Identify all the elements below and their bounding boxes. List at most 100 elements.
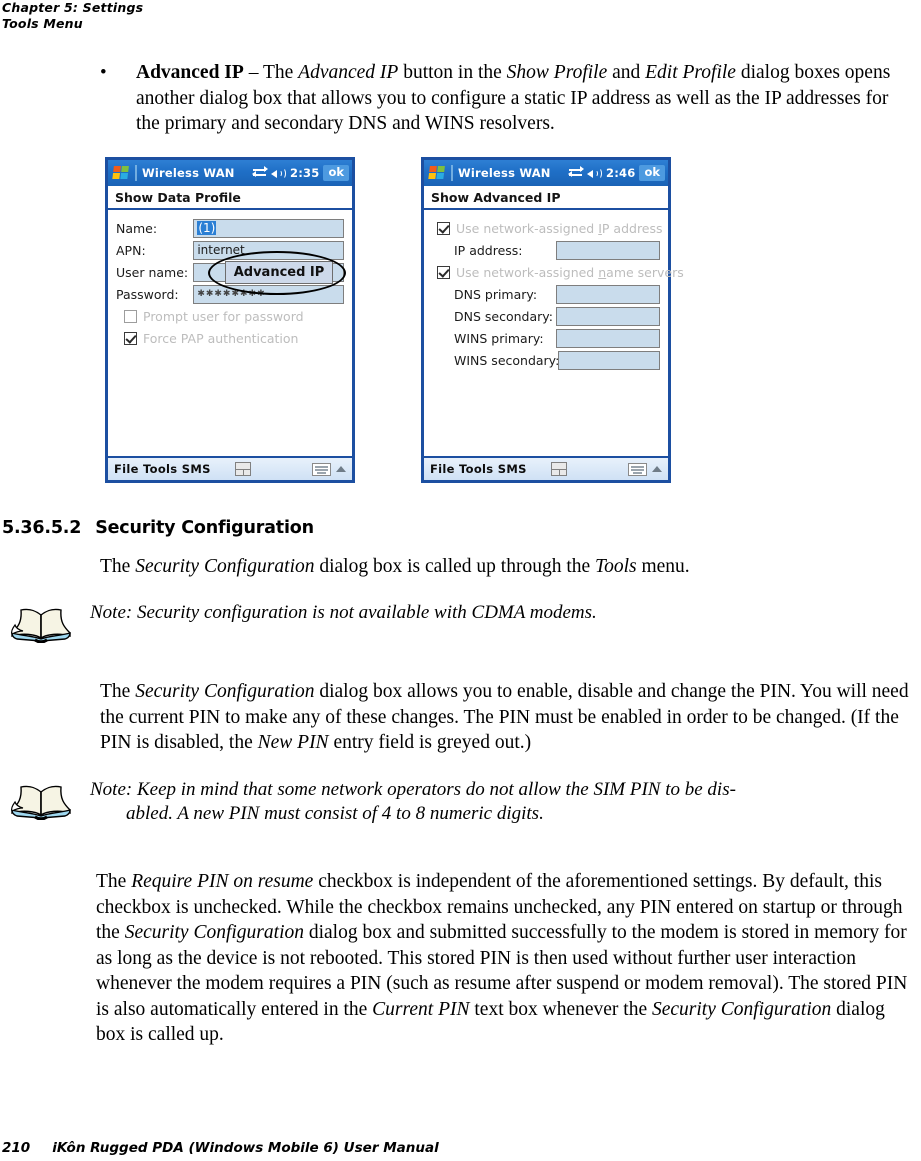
footer-menu-label[interactable]: File Tools SMS — [114, 462, 211, 476]
clock-label[interactable]: 2:35 — [290, 166, 319, 180]
dialog-title: Show Advanced IP — [424, 186, 668, 210]
dialog-body: Use network-assigned IP address IP addre… — [424, 210, 684, 458]
checkbox-box-checked-icon — [124, 331, 137, 345]
bullet-list: • Advanced IP – The Advanced IP button i… — [100, 60, 912, 137]
body2-text-d: text box whenever the — [469, 998, 652, 1020]
field-row-wins-primary: WINS primary: — [432, 328, 660, 348]
paragraph-intro: The Security Configuration dialog box is… — [100, 554, 912, 580]
callout-ellipse — [208, 251, 346, 295]
checkbox-box-checked-icon — [437, 221, 450, 235]
ip-address-input[interactable] — [555, 240, 660, 260]
intro-text-b: dialog box is called up through the — [314, 556, 596, 577]
open-book-icon — [8, 601, 80, 648]
label-dns-secondary: DNS secondary: — [454, 308, 553, 324]
body2-ref-security-configuration-2: Security Configuration — [651, 998, 832, 1020]
paragraph-body-1: The Security Configuration dialog box al… — [100, 679, 912, 756]
checkbox-ip-label-part-a: Use network-assigned — [456, 220, 599, 236]
field-row-name: Name: (1) — [116, 218, 344, 238]
windows-flag-icon[interactable] — [428, 165, 447, 181]
pda-app-title: Wireless WAN — [142, 166, 235, 180]
open-book-icon — [8, 778, 80, 825]
bullet-mid-1: button in the — [398, 62, 507, 83]
running-head-section: Tools Menu — [2, 16, 83, 31]
note-block: Note: Security configuration is not avai… — [8, 601, 908, 648]
connectivity-icon[interactable] — [568, 166, 585, 179]
speaker-icon[interactable] — [271, 167, 287, 180]
intro-ref-tools: Tools — [595, 556, 637, 577]
checkbox-use-network-dns-label: Use network-assigned name servers — [456, 265, 684, 280]
grid-icon[interactable] — [550, 462, 567, 476]
section-title: Security Configuration — [95, 518, 314, 538]
section-heading: 5.36.5.2 Security Configuration — [2, 518, 314, 538]
body2-ref-require-pin-on-resume: Require PIN on resume — [131, 871, 314, 892]
label-ip-address: IP address: — [454, 242, 523, 258]
pda-soft-key-bar: File Tools SMS — [108, 456, 352, 480]
note-block: Note: Keep in mind that some network ope… — [8, 778, 908, 826]
checkbox-force-pap-authentication[interactable]: Force PAP authentication — [116, 328, 344, 348]
pda-soft-key-bar: File Tools SMS — [424, 456, 668, 480]
bullet-dash: – The — [243, 62, 299, 83]
pda-title-bar: Wireless WAN 2:35 ok — [108, 160, 352, 186]
dialog-title: Show Data Profile — [108, 186, 352, 210]
bullet-term: Advanced IP — [136, 62, 244, 83]
checkbox-prompt-label: Prompt user for password — [143, 308, 304, 324]
label-password: Password: — [116, 286, 179, 302]
ok-button[interactable]: ok — [323, 164, 349, 182]
caret-up-icon[interactable] — [336, 466, 346, 472]
checkbox-force-pap-label: Force PAP authentication — [143, 330, 299, 346]
label-dns-primary: DNS primary: — [454, 286, 538, 302]
label-wins-primary: WINS primary: — [454, 330, 544, 346]
checkbox-use-network-ip-label: Use network-assigned IP address — [456, 221, 663, 236]
body1-text-c: entry field is greyed out.) — [328, 732, 532, 753]
checkbox-prompt-user-for-password[interactable]: Prompt user for password — [116, 306, 344, 326]
checkbox-use-network-assigned-ip[interactable]: Use network-assigned IP address — [432, 218, 663, 238]
list-item: • Advanced IP – The Advanced IP button i… — [100, 60, 912, 137]
name-input-value: (1) — [197, 221, 217, 235]
label-name: Name: — [116, 220, 158, 236]
footer-menu-label[interactable]: File Tools SMS — [430, 462, 527, 476]
field-row-ip-address: IP address: — [432, 240, 660, 260]
dns-primary-input[interactable] — [555, 284, 660, 304]
wins-primary-input[interactable] — [555, 328, 660, 348]
checkbox-dns-label-part-b: ame servers — [606, 264, 684, 280]
keyboard-icon[interactable] — [312, 462, 331, 476]
body1-ref-security-configuration: Security Configuration — [135, 681, 315, 702]
label-username: User name: — [116, 264, 189, 280]
field-row-wins-secondary: WINS secondary: — [432, 350, 660, 370]
pda-title-bar: Wireless WAN 2:46 ok — [424, 160, 668, 186]
manual-title: iKôn Rugged PDA (Windows Mobile 6) User … — [52, 1140, 439, 1156]
name-input[interactable]: (1) — [193, 218, 344, 238]
label-wins-secondary: WINS secondary: — [454, 352, 560, 368]
title-divider — [451, 165, 453, 181]
checkbox-use-network-assigned-name-servers[interactable]: Use network-assigned name servers — [432, 262, 684, 282]
body2-ref-current-pin: Current PIN — [372, 998, 470, 1020]
grid-icon[interactable] — [234, 462, 251, 476]
bullet-item-text: Advanced IP – The Advanced IP button in … — [136, 60, 912, 137]
wins-secondary-input[interactable] — [558, 350, 660, 370]
label-apn: APN: — [116, 242, 146, 258]
checkbox-box-unchecked-icon — [124, 309, 137, 323]
footer-right-icons — [628, 462, 662, 476]
title-bar-status-area: 2:35 ok — [252, 160, 349, 186]
title-divider — [135, 165, 137, 181]
checkbox-dns-accelerator: n — [598, 264, 607, 280]
note-text: Note: Security configuration is not avai… — [80, 601, 597, 625]
keyboard-icon[interactable] — [628, 462, 647, 476]
running-head: Chapter 5: Settings Tools Menu — [2, 0, 143, 32]
body2-text-a: The — [96, 871, 132, 892]
running-head-chapter: Chapter 5: Settings — [2, 0, 144, 15]
intro-text-a: The — [100, 556, 136, 577]
pda-app-title: Wireless WAN — [458, 166, 551, 180]
note-line-1: Note: Keep in mind that some network ope… — [90, 779, 736, 800]
field-row-dns-primary: DNS primary: — [432, 284, 660, 304]
body2-ref-security-configuration: Security Configuration — [124, 922, 304, 943]
clock-label[interactable]: 2:46 — [606, 166, 635, 180]
body1-text-a: The — [100, 681, 136, 702]
speaker-icon[interactable] — [587, 167, 603, 180]
caret-up-icon[interactable] — [652, 466, 662, 472]
dns-secondary-input[interactable] — [555, 306, 660, 326]
windows-flag-icon[interactable] — [112, 165, 131, 181]
ok-button[interactable]: ok — [639, 164, 665, 182]
connectivity-icon[interactable] — [252, 166, 269, 179]
intro-ref-security-configuration: Security Configuration — [135, 556, 315, 577]
